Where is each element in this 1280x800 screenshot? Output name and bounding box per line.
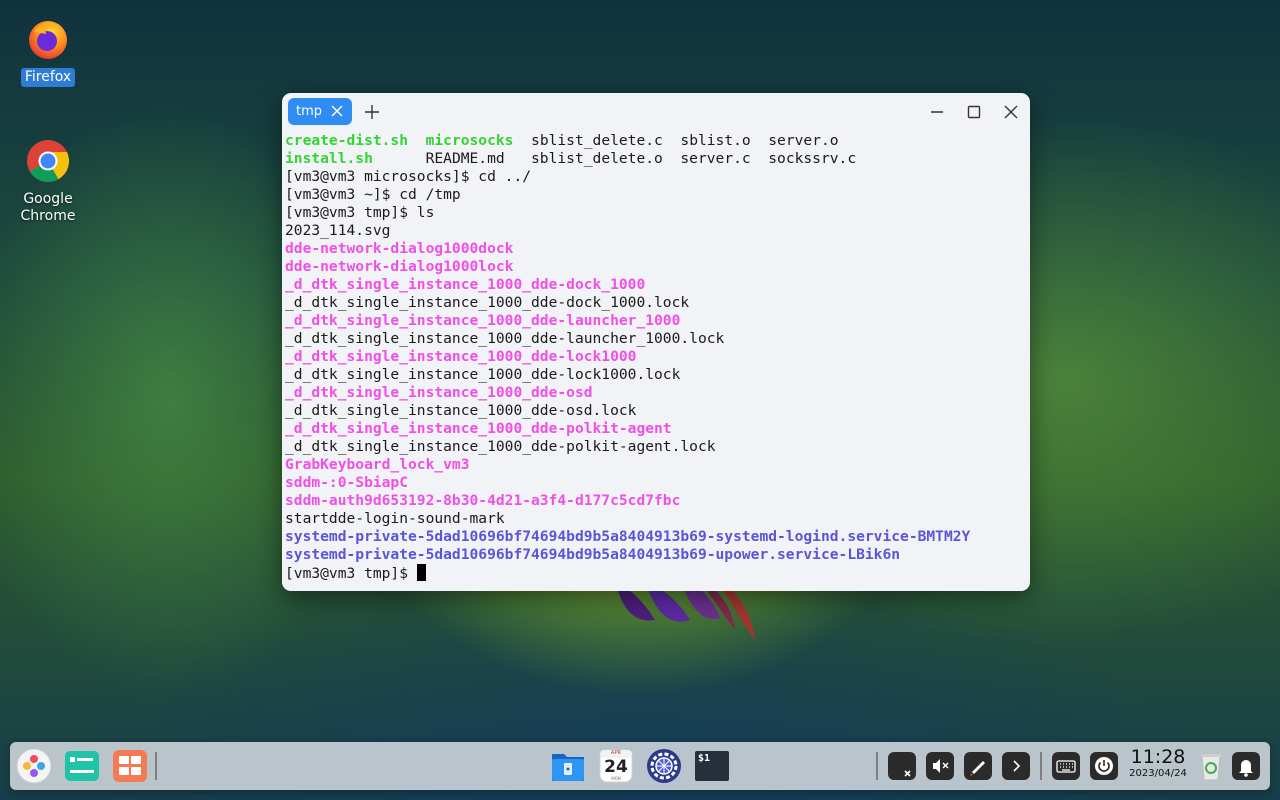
terminal-icon[interactable]: $1 <box>694 748 730 784</box>
terminal-text: [vm3@vm3 microsocks]$ cd ../ <box>285 168 532 185</box>
taskbar-separator <box>155 752 157 780</box>
control-center-icon[interactable] <box>646 748 682 784</box>
chrome-icon <box>27 140 70 183</box>
new-tab-icon[interactable] <box>362 102 382 122</box>
terminal-text: install.sh <box>285 150 373 167</box>
terminal-line: systemd-private-5dad10696bf74694bd9b5a84… <box>285 546 1026 564</box>
terminal-text: _d_dtk_single_instance_1000_dde-polkit-a… <box>285 438 716 455</box>
clock-time: 11:28 <box>1130 746 1186 768</box>
power-icon[interactable] <box>1090 752 1118 780</box>
terminal-text: systemd-private-5dad10696bf74694bd9b5a84… <box>285 528 971 545</box>
terminal-cursor <box>416 564 426 581</box>
terminal-text: create-dist.sh <box>285 132 409 149</box>
clock[interactable]: 11:28 2023/04/24 <box>1128 746 1188 780</box>
minimize-icon[interactable] <box>927 102 947 122</box>
calendar-day: 24 <box>604 757 628 777</box>
terminal-line: _d_dtk_single_instance_1000_dde-polkit-a… <box>285 420 1026 438</box>
terminal-window[interactable]: tmp create-dist.sh microsocks sblist_del… <box>282 93 1030 591</box>
calendar-icon[interactable]: APR 24 MON <box>598 748 634 784</box>
trash-icon[interactable] <box>1193 748 1229 784</box>
multitasking-view-icon[interactable] <box>64 748 100 784</box>
expand-arrow-icon[interactable] <box>1002 752 1030 780</box>
terminal-text: dde-network-dialog1000lock <box>285 258 514 275</box>
terminal-text: systemd-private-5dad10696bf74694bd9b5a84… <box>285 546 901 563</box>
desktop-icon-firefox[interactable]: Firefox <box>8 18 88 87</box>
firefox-icon <box>29 21 67 59</box>
terminal-text: _d_dtk_single_instance_1000_dde-osd.lock <box>285 402 637 419</box>
tab-label: tmp <box>296 104 323 119</box>
close-window-icon[interactable] <box>1001 102 1021 122</box>
desktop-icon-label: Firefox <box>20 68 76 87</box>
terminal-line: _d_dtk_single_instance_1000_dde-osd <box>285 384 1026 402</box>
terminal-line: [vm3@vm3 microsocks]$ cd ../ <box>285 168 1026 186</box>
terminal-text: _d_dtk_single_instance_1000_dde-launcher… <box>285 312 681 329</box>
terminal-line: startdde-login-sound-mark <box>285 510 1026 528</box>
terminal-line: systemd-private-5dad10696bf74694bd9b5a84… <box>285 528 1026 546</box>
terminal-line: install.sh README.md sblist_delete.o ser… <box>285 150 1026 168</box>
terminal-text: GrabKeyboard_lock_vm3 <box>285 456 470 473</box>
terminal-line: _d_dtk_single_instance_1000_dde-lock1000… <box>285 366 1026 384</box>
terminal-line: _d_dtk_single_instance_1000_dde-dock_100… <box>285 294 1026 312</box>
tab-tmp[interactable]: tmp <box>288 98 352 125</box>
terminal-text: [vm3@vm3 tmp]$ ls <box>285 204 435 221</box>
terminal-text: README.md sblist_delete.o server.c socks… <box>372 150 857 167</box>
terminal-line: _d_dtk_single_instance_1000_dde-polkit-a… <box>285 438 1026 456</box>
calendar-weekday: MON <box>611 776 621 781</box>
terminal-text: _d_dtk_single_instance_1000_dde-lock1000 <box>285 348 637 365</box>
terminal-text: startdde-login-sound-mark <box>285 510 505 527</box>
terminal-icon-glyph: $1 <box>698 753 711 764</box>
keyboard-icon[interactable] <box>1052 752 1080 780</box>
clock-date: 2023/04/24 <box>1129 768 1187 779</box>
terminal-line: _d_dtk_single_instance_1000_dde-osd.lock <box>285 402 1026 420</box>
terminal-line: create-dist.sh microsocks sblist_delete.… <box>285 132 1026 150</box>
maximize-icon[interactable] <box>964 102 984 122</box>
taskbar-separator <box>876 752 878 780</box>
terminal-line: [vm3@vm3 ~]$ cd /tmp <box>285 186 1026 204</box>
close-tab-icon[interactable] <box>330 104 344 118</box>
terminal-text: _d_dtk_single_instance_1000_dde-polkit-a… <box>285 420 672 437</box>
terminal-text: [vm3@vm3 tmp]$ <box>285 565 417 582</box>
taskbar: APR 24 MON $1 11:28 2023/04/24 <box>10 742 1270 790</box>
terminal-text: microsocks <box>425 132 514 149</box>
volume-muted-icon[interactable] <box>926 752 954 780</box>
notification-bell-icon[interactable] <box>1232 752 1260 780</box>
terminal-titlebar[interactable]: tmp <box>282 93 1030 131</box>
desktop-icon-label: Google Chrome <box>20 191 76 224</box>
terminal-text: [vm3@vm3 ~]$ cd /tmp <box>285 186 461 203</box>
terminal-text: sblist_delete.c sblist.o server.o <box>513 132 839 149</box>
terminal-line: [vm3@vm3 tmp]$ <box>285 564 1026 582</box>
taskbar-separator <box>1040 752 1042 780</box>
terminal-text: 2023_114.svg <box>285 222 391 239</box>
terminal-line: [vm3@vm3 tmp]$ ls <box>285 204 1026 222</box>
terminal-line: _d_dtk_single_instance_1000_dde-lock1000 <box>285 348 1026 366</box>
terminal-text: _d_dtk_single_instance_1000_dde-dock_100… <box>285 276 646 293</box>
launcher-icon[interactable] <box>16 748 52 784</box>
terminal-line: 2023_114.svg <box>285 222 1026 240</box>
show-desktop-icon[interactable] <box>112 748 148 784</box>
terminal-text: sddm-auth9d653192-8b30-4d21-a3f4-d177c5c… <box>285 492 681 509</box>
terminal-text: sddm-:0-SbiapC <box>285 474 409 491</box>
terminal-text: _d_dtk_single_instance_1000_dde-lock1000… <box>285 366 681 383</box>
terminal-text: _d_dtk_single_instance_1000_dde-dock_100… <box>285 294 690 311</box>
pen-icon[interactable] <box>964 752 992 780</box>
terminal-line: dde-network-dialog1000lock <box>285 258 1026 276</box>
desktop-icon-chrome[interactable]: Google Chrome <box>8 138 88 226</box>
terminal-line: dde-network-dialog1000dock <box>285 240 1026 258</box>
calendar-month: APR <box>611 750 621 756</box>
terminal-output[interactable]: create-dist.sh microsocks sblist_delete.… <box>285 132 1026 582</box>
terminal-text: _d_dtk_single_instance_1000_dde-osd <box>285 384 593 401</box>
terminal-line: _d_dtk_single_instance_1000_dde-launcher… <box>285 330 1026 348</box>
terminal-line: sddm-auth9d653192-8b30-4d21-a3f4-d177c5c… <box>285 492 1026 510</box>
terminal-text: dde-network-dialog1000dock <box>285 240 514 257</box>
file-manager-icon[interactable] <box>550 748 586 784</box>
network-disconnected-icon[interactable] <box>888 752 916 780</box>
terminal-line: _d_dtk_single_instance_1000_dde-launcher… <box>285 312 1026 330</box>
terminal-text: _d_dtk_single_instance_1000_dde-launcher… <box>285 330 725 347</box>
terminal-line: _d_dtk_single_instance_1000_dde-dock_100… <box>285 276 1026 294</box>
terminal-line: sddm-:0-SbiapC <box>285 474 1026 492</box>
terminal-line: GrabKeyboard_lock_vm3 <box>285 456 1026 474</box>
